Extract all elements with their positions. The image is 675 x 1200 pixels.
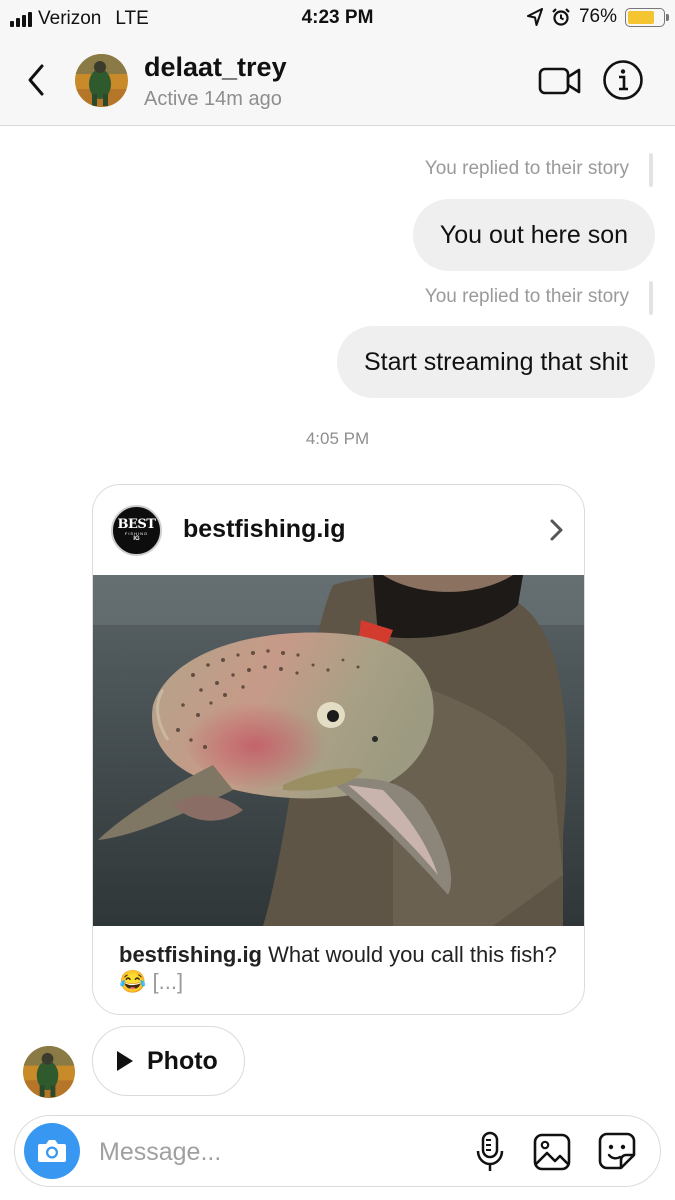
header-avatar[interactable] [75,54,128,107]
alarm-icon [552,8,570,26]
info-icon[interactable] [602,59,644,101]
gallery-icon[interactable] [532,1132,572,1172]
conversation-header: delaat_trey Active 14m ago [0,40,675,126]
username[interactable]: delaat_trey [144,52,287,83]
caption-more[interactable]: [...] [153,969,184,994]
story-reply-bar [649,153,653,187]
post-image[interactable] [93,575,584,926]
status-bar: Verizon LTE 4:23 PM 76% [0,0,675,40]
story-reply-note: You replied to their story [424,286,629,307]
shared-post-card[interactable]: BEST FISHING IG bestfishing.ig bestfishi… [92,484,585,1015]
status-right: 76% [526,6,669,28]
story-reply-bar [649,281,653,315]
post-account-name[interactable]: bestfishing.ig [183,515,346,544]
video-call-icon[interactable] [538,64,582,98]
back-arrow-icon[interactable] [22,62,52,98]
camera-icon [38,1140,66,1162]
message-composer [14,1115,661,1187]
message-timestamp: 4:05 PM [305,429,370,448]
message-input[interactable] [99,1134,429,1170]
battery-percent: 76% [578,6,617,27]
message-bubble[interactable]: You out here son [412,199,655,271]
location-icon [526,8,543,26]
story-reply-note: You replied to their story [424,158,629,179]
microphone-icon[interactable] [475,1130,505,1174]
active-status: Active 14m ago [144,88,282,110]
chevron-right-icon[interactable] [548,517,566,543]
caption-account[interactable]: bestfishing.ig [119,942,262,967]
play-icon [117,1051,133,1071]
post-caption: bestfishing.ig What would you call this … [119,941,559,995]
battery-icon [625,7,669,27]
message-bubble[interactable]: Start streaming that shit [336,326,655,398]
post-account-logo[interactable]: BEST FISHING IG [111,505,162,556]
battery-level [628,10,654,24]
sticker-icon[interactable] [596,1130,638,1172]
camera-button[interactable] [24,1123,80,1179]
photo-message-button[interactable]: Photo [92,1026,245,1096]
photo-label: Photo [147,1046,218,1075]
sender-avatar[interactable] [23,1046,75,1098]
